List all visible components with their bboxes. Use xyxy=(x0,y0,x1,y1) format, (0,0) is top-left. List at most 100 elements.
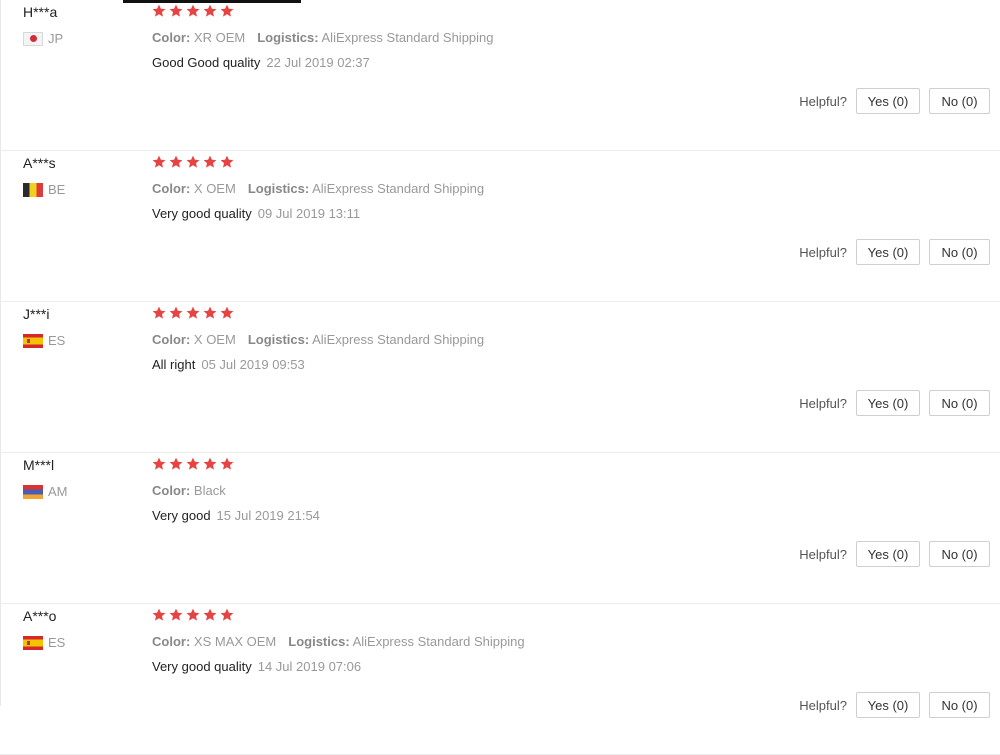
helpful-vote: Helpful? Yes (0) No (0) xyxy=(799,239,990,265)
review-date: 22 Jul 2019 02:37 xyxy=(266,55,370,70)
review-item: H***a JP Color: XR OEM Logistics: AliExpres… xyxy=(0,0,1000,151)
star-icon xyxy=(220,4,234,18)
color-label: Color: xyxy=(152,332,191,347)
helpful-yes-button[interactable]: Yes (0) xyxy=(856,88,920,114)
review-feedback: Good Good quality 22 Jul 2019 02:37 xyxy=(152,55,370,70)
feedback-text: Very good quality xyxy=(152,659,252,674)
star-rating xyxy=(152,608,234,622)
helpful-no-button[interactable]: No (0) xyxy=(929,390,990,416)
feedback-text: Very good quality xyxy=(152,206,252,221)
review-feedback: Very good quality 14 Jul 2019 07:06 xyxy=(152,659,361,674)
color-label: Color: xyxy=(152,30,191,45)
country-flag-icon xyxy=(23,484,43,499)
reviewer-name: A***s xyxy=(23,155,56,171)
star-icon xyxy=(169,306,183,320)
country-flag-icon xyxy=(23,635,43,650)
feedback-text: All right xyxy=(152,357,196,372)
color-value: XR OEM xyxy=(193,30,246,45)
star-icon xyxy=(152,457,166,471)
reviewer-name: H***a xyxy=(23,4,58,20)
review-date: 05 Jul 2019 09:53 xyxy=(201,357,305,372)
color-value: X OEM xyxy=(193,181,236,196)
review-date: 15 Jul 2019 21:54 xyxy=(216,508,320,523)
review-feedback: Very good quality 09 Jul 2019 13:11 xyxy=(152,206,360,221)
review-date: 14 Jul 2019 07:06 xyxy=(257,659,362,674)
review-feedback: All right 05 Jul 2019 09:53 xyxy=(152,357,305,372)
star-icon xyxy=(220,608,234,622)
order-attributes: Color: X OEM Logistics: AliExpress Standa… xyxy=(152,181,484,196)
reviewer-country: JP xyxy=(23,31,63,46)
reviewer-name: A***o xyxy=(23,608,57,624)
country-flag-icon xyxy=(23,31,43,46)
helpful-vote: Helpful? Yes (0) No (0) xyxy=(799,88,990,114)
order-attributes: Color: XR OEM Logistics: AliExpress Stand… xyxy=(152,30,494,45)
star-icon xyxy=(152,4,166,18)
star-rating xyxy=(152,155,234,169)
star-rating xyxy=(152,457,234,471)
logistics-value: AliExpress Standard Shipping xyxy=(312,332,485,347)
star-icon xyxy=(169,608,183,622)
logistics-value: AliExpress Standard Shipping xyxy=(312,181,485,196)
helpful-label: Helpful? xyxy=(799,697,847,713)
order-attributes: Color: Black xyxy=(152,483,226,498)
helpful-yes-button[interactable]: Yes (0) xyxy=(856,239,920,265)
review-feedback: Very good 15 Jul 2019 21:54 xyxy=(152,508,320,523)
helpful-no-button[interactable]: No (0) xyxy=(929,692,990,718)
color-value: XS MAX OEM xyxy=(193,634,277,649)
helpful-vote: Helpful? Yes (0) No (0) xyxy=(799,390,990,416)
color-value: Black xyxy=(193,483,226,498)
helpful-no-button[interactable]: No (0) xyxy=(929,541,990,567)
star-icon xyxy=(186,608,200,622)
reviewer-country: ES xyxy=(23,333,65,348)
review-item: M***l AM Color: Black Very good 15 Jul 2019 … xyxy=(0,453,1000,604)
star-rating xyxy=(152,306,234,320)
country-code: ES xyxy=(48,635,66,650)
star-icon xyxy=(169,457,183,471)
helpful-vote: Helpful? Yes (0) No (0) xyxy=(799,692,990,718)
color-label: Color: xyxy=(152,634,191,649)
order-attributes: Color: XS MAX OEM Logistics: AliExpress S… xyxy=(152,634,525,649)
feedback-text: Very good xyxy=(152,508,211,523)
star-icon xyxy=(203,608,217,622)
review-date: 09 Jul 2019 13:11 xyxy=(257,206,361,221)
review-item: J***i ES Color: X OEM Logistics: AliExpress… xyxy=(0,302,1000,453)
star-icon xyxy=(203,457,217,471)
reviewer-name: J***i xyxy=(23,306,50,322)
country-flag-icon xyxy=(23,182,43,197)
star-icon xyxy=(152,306,166,320)
helpful-label: Helpful? xyxy=(799,93,847,109)
star-icon xyxy=(220,457,234,471)
reviewer-country: BE xyxy=(23,182,65,197)
star-icon xyxy=(220,155,234,169)
star-icon xyxy=(186,306,200,320)
logistics-label: Logistics: xyxy=(247,332,310,347)
star-icon xyxy=(186,457,200,471)
country-code: BE xyxy=(48,182,66,197)
star-icon xyxy=(203,306,217,320)
star-icon xyxy=(186,4,200,18)
country-code: JP xyxy=(48,31,64,46)
helpful-label: Helpful? xyxy=(799,244,847,260)
logistics-value: AliExpress Standard Shipping xyxy=(321,30,494,45)
country-code: AM xyxy=(48,484,68,499)
country-flag-icon xyxy=(23,333,43,348)
star-icon xyxy=(169,155,183,169)
feedback-text: Good Good quality xyxy=(152,55,261,70)
helpful-no-button[interactable]: No (0) xyxy=(929,239,990,265)
logistics-label: Logistics: xyxy=(247,181,310,196)
helpful-vote: Helpful? Yes (0) No (0) xyxy=(799,541,990,567)
helpful-yes-button[interactable]: Yes (0) xyxy=(856,541,920,567)
color-label: Color: xyxy=(152,483,191,498)
helpful-no-button[interactable]: No (0) xyxy=(929,88,990,114)
helpful-label: Helpful? xyxy=(799,395,847,411)
review-item: A***s BE Color: X OEM Logistics: AliExpress… xyxy=(0,151,1000,302)
star-icon xyxy=(152,608,166,622)
helpful-yes-button[interactable]: Yes (0) xyxy=(856,692,920,718)
star-icon xyxy=(203,155,217,169)
star-icon xyxy=(186,155,200,169)
country-code: ES xyxy=(48,333,66,348)
reviewer-name: M***l xyxy=(23,457,55,473)
star-rating xyxy=(152,4,234,18)
helpful-yes-button[interactable]: Yes (0) xyxy=(856,390,920,416)
reviewer-country: AM xyxy=(23,484,68,499)
